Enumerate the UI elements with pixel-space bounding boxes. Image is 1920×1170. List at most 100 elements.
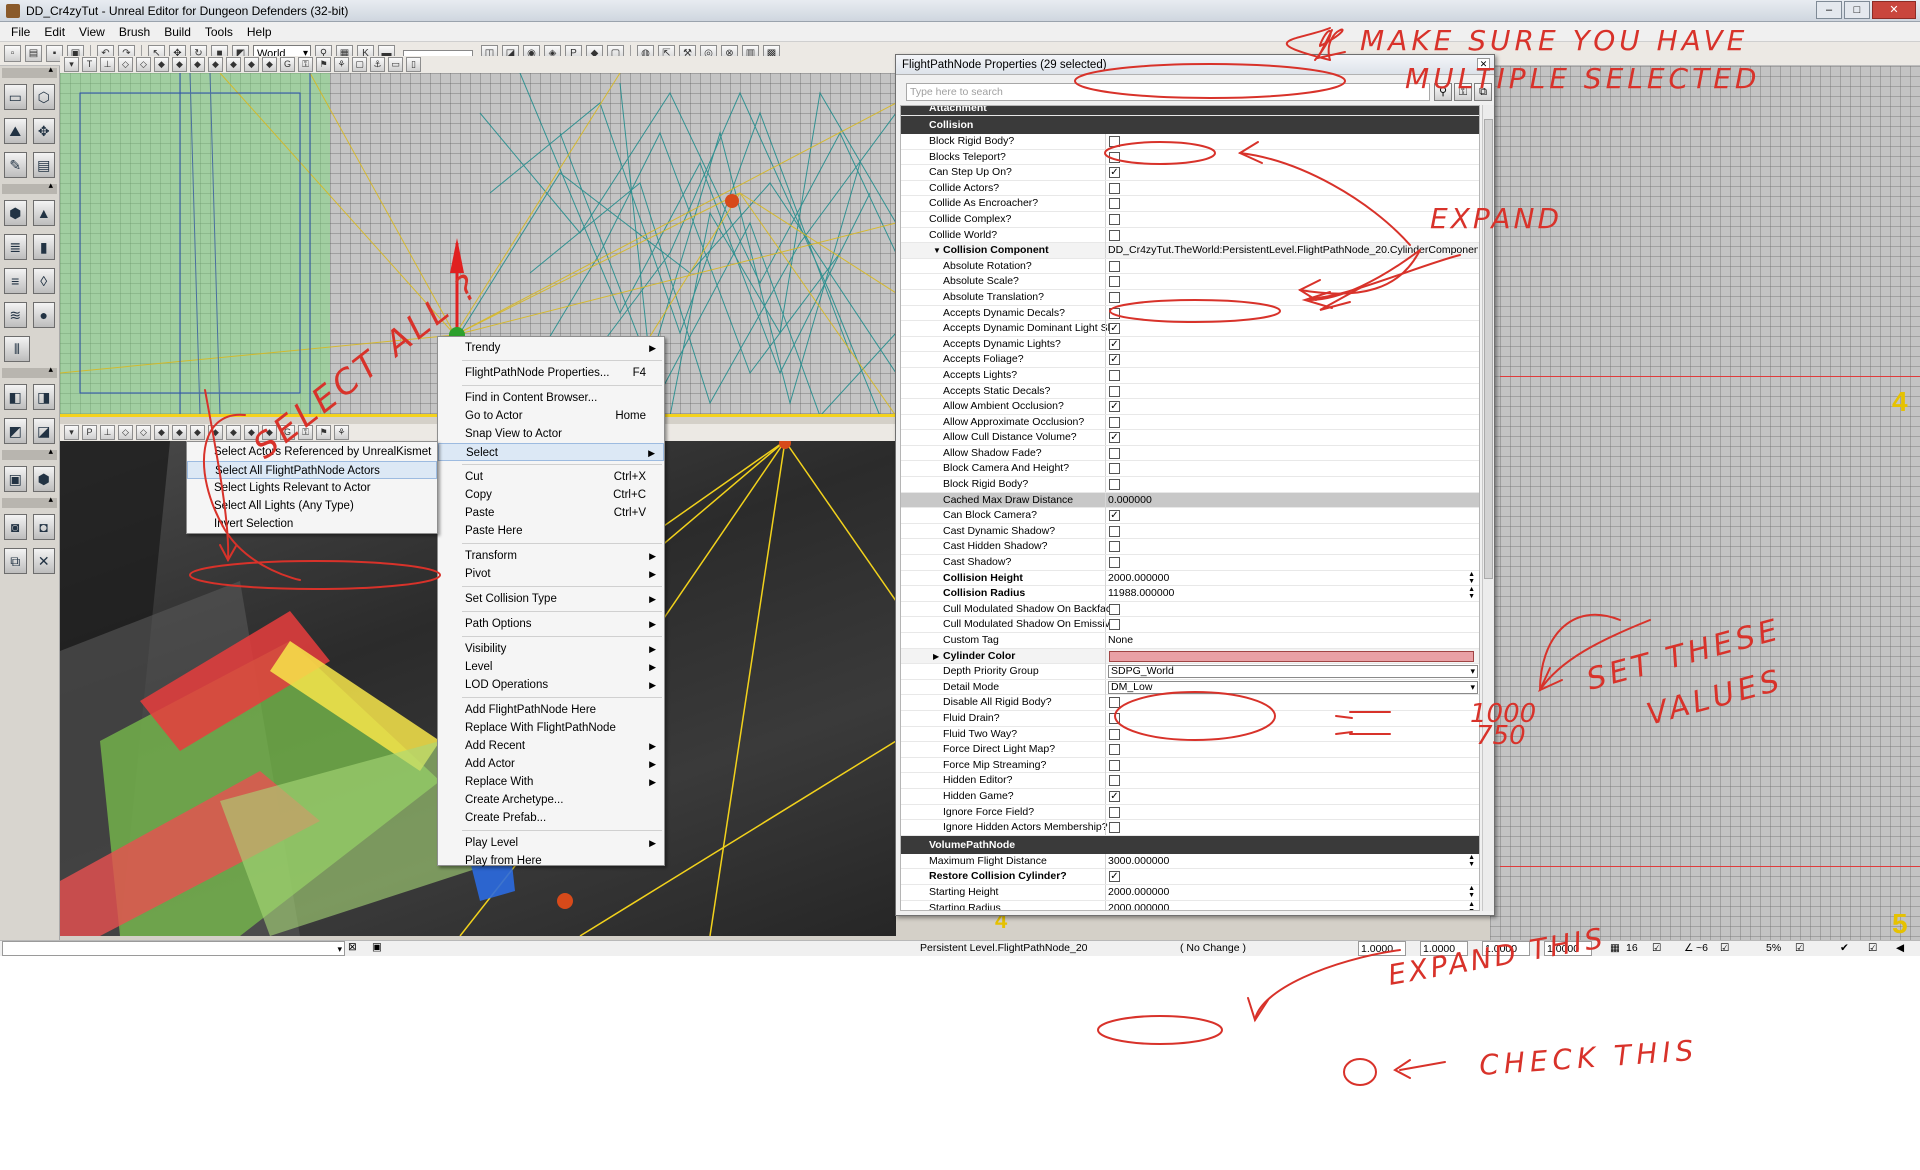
context-menu-item[interactable]: Find in Content Browser... xyxy=(438,389,664,407)
spinner-icon[interactable]: ▲ ▼ xyxy=(1468,854,1475,868)
property-dropdown[interactable]: SDPG_World xyxy=(1108,665,1478,679)
wireframe-brush-icon-2[interactable]: ◇ xyxy=(118,425,133,440)
streaming-icon[interactable]: ⚓ xyxy=(370,57,385,72)
spinner-icon[interactable]: ▲ ▼ xyxy=(1468,885,1475,899)
property-row[interactable]: ▼ Collision Component DD_Cr4zyTut.TheWorld… xyxy=(901,243,1479,259)
modes-header[interactable] xyxy=(2,64,57,78)
hide-selected-icon[interactable]: ◘ xyxy=(32,514,55,540)
property-row[interactable]: Cull Modulated Shadow On Backfaces? xyxy=(901,601,1479,618)
cinematic-icon[interactable]: ⚘ xyxy=(334,57,349,72)
shader-complexity-icon-2[interactable]: ◆ xyxy=(262,425,277,440)
property-row[interactable]: Cached Max Draw Distance 0.000000 xyxy=(901,492,1479,509)
lighting-only-icon-2[interactable]: ◆ xyxy=(208,425,223,440)
property-value[interactable]: 2000.000000 xyxy=(1108,571,1478,586)
property-checkbox[interactable] xyxy=(1109,416,1120,428)
property-row[interactable]: Can Block Camera? ✓ xyxy=(901,508,1479,524)
property-row[interactable]: Force Mip Streaming? xyxy=(901,757,1479,774)
property-checkbox[interactable] xyxy=(1109,619,1120,631)
maximize-viewport-icon[interactable]: ▭ xyxy=(388,57,403,72)
property-row[interactable]: Collision Radius 11988.000000 ▲ ▼ xyxy=(901,586,1479,602)
property-row[interactable]: Restore Collision Cylinder? ✓ xyxy=(901,869,1479,885)
property-checkbox[interactable]: ✓ xyxy=(1109,354,1120,366)
select-submenu-item[interactable]: Select Lights Relevant to Actor xyxy=(187,479,437,497)
property-checkbox[interactable] xyxy=(1109,806,1120,818)
menu-edit[interactable]: Edit xyxy=(37,25,72,39)
grid-toggle-icon[interactable]: ☑ xyxy=(1652,941,1661,956)
property-row[interactable]: Cast Hidden Shadow? xyxy=(901,539,1479,556)
property-row[interactable]: Ignore Hidden Actors Membership? xyxy=(901,820,1479,836)
property-row[interactable]: Collision Height 2000.000000 ▲ ▼ xyxy=(901,570,1479,587)
volumetric-brush-icon[interactable]: ⫴ xyxy=(4,336,30,362)
property-category[interactable]: Collision xyxy=(901,116,1479,134)
rotation-toggle-icon[interactable]: ☑ xyxy=(1720,941,1729,956)
property-row[interactable]: Detail Mode DM_Low xyxy=(901,679,1479,696)
property-row[interactable]: ▶ Cylinder Color xyxy=(901,648,1479,665)
geometry-mode-icon[interactable]: ⬡ xyxy=(32,84,55,110)
context-menu-item[interactable]: Path Options ▶ xyxy=(438,615,664,633)
show-all-icon[interactable]: ✕ xyxy=(32,548,55,574)
property-row[interactable]: Accepts Foliage? ✓ xyxy=(901,352,1479,368)
wireframe-brush-icon[interactable]: ◇ xyxy=(118,57,133,72)
property-row[interactable]: Blocks Teleport? xyxy=(901,149,1479,166)
scale-toggle-icon[interactable]: ☑ xyxy=(1795,941,1804,956)
cinematic-icon-2[interactable]: ⚘ xyxy=(334,425,349,440)
brushes-header[interactable] xyxy=(2,180,57,194)
grid-icon[interactable]: ▦ xyxy=(1610,941,1620,956)
texture-density-icon[interactable]: ◆ xyxy=(244,57,259,72)
property-row[interactable]: Block Rigid Body? xyxy=(901,134,1479,150)
detail-lighting-icon[interactable]: ◆ xyxy=(190,57,205,72)
property-row[interactable]: Absolute Translation? xyxy=(901,289,1479,306)
property-row[interactable]: Collide As Encroacher? xyxy=(901,196,1479,212)
game-view-icon[interactable]: G xyxy=(280,57,295,72)
realtime-toggle-icon[interactable]: ☑ xyxy=(1868,941,1877,956)
context-menu-item[interactable]: Play Level ▶ xyxy=(438,834,664,852)
select-header[interactable] xyxy=(2,494,57,508)
text-icon[interactable]: T xyxy=(82,57,97,72)
context-menu-item[interactable]: Go to Actor Home xyxy=(438,407,664,425)
close-button[interactable]: ✕ xyxy=(1872,1,1916,19)
context-menu-item[interactable]: Add FlightPathNode Here xyxy=(438,701,664,719)
property-checkbox[interactable] xyxy=(1109,541,1120,553)
viewport-options-icon[interactable]: ▾ xyxy=(64,57,79,72)
context-menu-item[interactable]: Select ▶ xyxy=(438,443,664,461)
property-row[interactable]: Hidden Editor? xyxy=(901,773,1479,789)
right-viewport[interactable]: 4 5 xyxy=(1490,66,1920,940)
viewport-options-icon-2[interactable]: ▾ xyxy=(64,425,79,440)
property-checkbox[interactable] xyxy=(1109,744,1120,756)
property-checkbox[interactable] xyxy=(1109,775,1120,787)
properties-search-input[interactable]: Type here to search xyxy=(906,83,1430,101)
add-volume-icon[interactable]: ▣ xyxy=(4,466,27,492)
property-value[interactable]: 2000.000000 xyxy=(1108,901,1478,911)
context-menu-item[interactable]: Visibility ▶ xyxy=(438,640,664,658)
property-row[interactable]: Accepts Dynamic Decals? xyxy=(901,305,1479,322)
context-menu-item[interactable]: Trendy ▶ xyxy=(438,339,664,357)
csg-add-icon[interactable]: ◧ xyxy=(4,384,27,410)
rotation-snap[interactable]: ~6 xyxy=(1696,941,1708,956)
grid-size[interactable]: 16 xyxy=(1626,941,1638,956)
property-value[interactable]: 0.000000 xyxy=(1108,493,1478,508)
context-menu-item[interactable]: Level ▶ xyxy=(438,658,664,676)
menu-build[interactable]: Build xyxy=(157,25,198,39)
property-row[interactable]: Accepts Dynamic Dominant Light Shadows✓ xyxy=(901,321,1479,337)
realtime-icon[interactable]: ⚑ xyxy=(316,57,331,72)
property-row[interactable]: Accepts Dynamic Lights? ✓ xyxy=(901,336,1479,353)
property-checkbox[interactable] xyxy=(1109,603,1120,615)
property-checkbox[interactable] xyxy=(1109,557,1120,569)
property-row[interactable]: Maximum Flight Distance 3000.000000 ▲ ▼ xyxy=(901,853,1479,870)
property-row[interactable]: Disable All Rigid Body? xyxy=(901,695,1479,711)
property-row[interactable]: Custom Tag None xyxy=(901,633,1479,649)
context-menu-item[interactable]: Add Actor ▶ xyxy=(438,755,664,773)
property-checkbox[interactable]: ✓ xyxy=(1109,338,1120,350)
menu-tools[interactable]: Tools xyxy=(198,25,240,39)
context-menu-item[interactable]: Create Prefab... xyxy=(438,809,664,827)
property-checkbox[interactable]: ✓ xyxy=(1109,871,1120,883)
properties-scrollbar[interactable] xyxy=(1482,105,1494,911)
search-icon[interactable]: ⚲ xyxy=(1434,83,1452,101)
context-menu-item[interactable]: Paste Here xyxy=(438,522,664,540)
scale-z[interactable]: 1.0000 xyxy=(1482,941,1530,956)
texture-density-icon-2[interactable]: ◆ xyxy=(244,425,259,440)
property-checkbox[interactable] xyxy=(1109,369,1120,381)
property-checkbox[interactable] xyxy=(1109,276,1120,288)
context-menu-item[interactable]: Snap View to Actor xyxy=(438,425,664,443)
restore-viewport-icon[interactable]: ▯ xyxy=(406,57,421,72)
